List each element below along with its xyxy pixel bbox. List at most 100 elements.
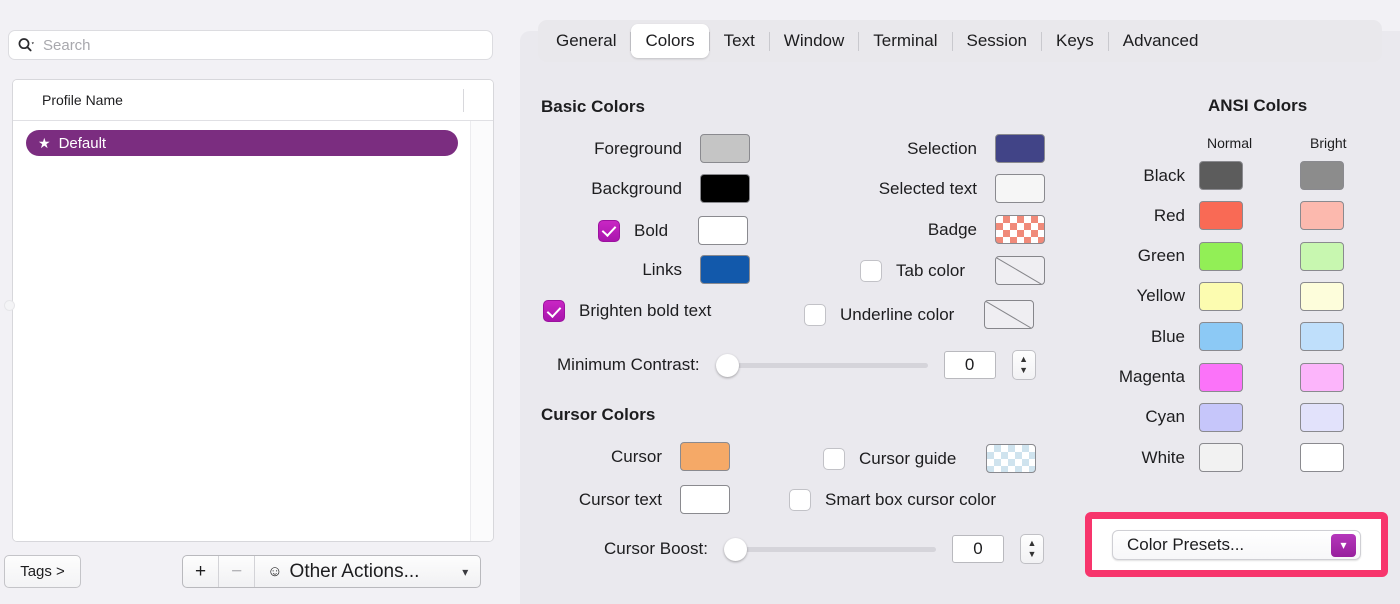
ansi-color-name: Blue — [1150, 326, 1185, 346]
smart-box-cursor-color-checkbox[interactable] — [789, 489, 811, 511]
cursor-guide-checkbox[interactable] — [823, 447, 845, 470]
cursor-boost-slider[interactable] — [723, 538, 936, 561]
tags-button[interactable]: Tags > — [4, 555, 81, 588]
list-item[interactable]: ★ Default — [26, 130, 458, 156]
cursor-text-color-swatch[interactable] — [680, 485, 730, 514]
stepper-down-icon[interactable]: ▼ — [1027, 549, 1036, 560]
ansi-normal-swatch[interactable] — [1199, 241, 1243, 271]
search-field[interactable] — [8, 30, 493, 60]
background-color-swatch[interactable] — [700, 174, 750, 203]
badge-color-swatch[interactable] — [995, 215, 1045, 244]
badge-row: Badge — [845, 215, 1045, 244]
brighten-bold-text-checkbox[interactable] — [543, 300, 565, 322]
ansi-normal-swatch[interactable] — [1199, 402, 1243, 432]
settings-tabbar: General Colors Text Window Terminal Sess… — [538, 20, 1382, 62]
underline-color-checkbox[interactable] — [804, 303, 826, 326]
bold-color-swatch[interactable] — [698, 216, 749, 245]
ansi-row: Magenta — [1107, 362, 1344, 392]
minimum-contrast-stepper[interactable]: ▲ ▼ — [1011, 350, 1036, 380]
minimum-contrast-row: Minimum Contrast: 0 ▲ ▼ — [557, 350, 1036, 380]
cursor-boost-value[interactable]: 0 — [951, 535, 1004, 563]
column-header-profile-name[interactable]: Profile Name — [13, 92, 123, 108]
profile-list-scrollbar[interactable] — [470, 121, 493, 541]
profile-list-header: Profile Name — [13, 80, 493, 121]
bold-row: Bold — [598, 216, 749, 245]
search-icon — [17, 36, 39, 54]
ansi-row: Cyan — [1107, 402, 1344, 432]
bold-label: Bold — [634, 220, 669, 240]
stepper-up-icon[interactable]: ▲ — [1019, 354, 1028, 365]
minimum-contrast-slider[interactable] — [715, 354, 928, 377]
ansi-bright-swatch[interactable] — [1300, 322, 1344, 352]
pane-splitter-handle[interactable] — [4, 300, 15, 311]
minimum-contrast-value[interactable]: 0 — [943, 351, 996, 379]
ansi-colors-title: ANSI Colors — [1208, 96, 1308, 115]
ansi-row: Black — [1107, 161, 1344, 190]
tab-session[interactable]: Session — [953, 24, 1041, 58]
profile-list-box: Profile Name ★ Default — [12, 79, 494, 542]
cursor-boost-stepper[interactable]: ▲ ▼ — [1019, 534, 1044, 564]
ansi-bright-swatch[interactable] — [1300, 362, 1344, 392]
profile-name-label: Default — [58, 134, 107, 152]
background-label: Background — [591, 178, 682, 198]
tab-window[interactable]: Window — [770, 24, 858, 58]
selected-text-color-swatch[interactable] — [995, 174, 1045, 203]
tab-text[interactable]: Text — [710, 24, 769, 58]
cursor-label: Cursor — [610, 446, 662, 466]
add-profile-button[interactable]: + — [183, 556, 218, 587]
chevron-down-icon: ▾ — [462, 564, 469, 579]
ansi-normal-swatch[interactable] — [1199, 281, 1243, 311]
cursor-text-row: Cursor text — [566, 485, 730, 514]
profile-actions-segmented-control: + − ☺ Other Actions... ▾ — [182, 555, 482, 588]
ansi-normal-swatch[interactable] — [1199, 443, 1243, 473]
ansi-bright-swatch[interactable] — [1300, 402, 1344, 432]
stepper-up-icon[interactable]: ▲ — [1027, 538, 1036, 549]
ansi-normal-swatch[interactable] — [1199, 322, 1243, 352]
other-actions-button[interactable]: ☺ Other Actions... ▾ — [254, 556, 480, 587]
color-presets-button[interactable]: Color Presets... ▾ — [1112, 530, 1361, 560]
cursor-color-swatch[interactable] — [680, 442, 730, 471]
tab-color-swatch[interactable] — [994, 256, 1045, 285]
links-color-swatch[interactable] — [700, 255, 750, 284]
ansi-normal-swatch[interactable] — [1199, 362, 1243, 392]
ansi-normal-swatch[interactable] — [1199, 161, 1243, 190]
chevron-down-icon[interactable]: ▾ — [1331, 533, 1356, 557]
color-presets-label: Color Presets... — [1127, 535, 1245, 554]
cursor-guide-color-swatch[interactable] — [986, 444, 1037, 473]
cursor-text-label: Cursor text — [578, 489, 662, 509]
tab-colors[interactable]: Colors — [631, 24, 709, 58]
slider-knob[interactable] — [723, 538, 747, 561]
tab-color-row: Tab color — [860, 256, 1045, 285]
tab-general[interactable]: General — [542, 24, 630, 58]
column-divider — [463, 89, 464, 112]
cursor-row: Cursor — [570, 442, 730, 471]
ansi-normal-swatch[interactable] — [1199, 201, 1243, 231]
tab-advanced[interactable]: Advanced — [1109, 24, 1213, 58]
foreground-color-swatch[interactable] — [700, 134, 750, 163]
ansi-color-name: Cyan — [1145, 407, 1185, 427]
tab-color-checkbox[interactable] — [860, 259, 882, 282]
remove-profile-button[interactable]: − — [218, 556, 254, 587]
ansi-row: Yellow — [1107, 281, 1344, 311]
ansi-bright-swatch[interactable] — [1300, 161, 1344, 190]
ansi-bright-swatch[interactable] — [1300, 241, 1344, 271]
profiles-bottom-toolbar: Tags > + − ☺ Other Actions... ▾ — [0, 552, 520, 604]
profile-list: ★ Default — [13, 121, 470, 541]
slider-knob[interactable] — [715, 354, 739, 377]
ansi-bright-column-header: Bright — [1310, 135, 1347, 151]
selection-color-swatch[interactable] — [995, 134, 1045, 163]
ansi-bright-swatch[interactable] — [1300, 281, 1344, 311]
tab-keys[interactable]: Keys — [1042, 24, 1108, 58]
stepper-down-icon[interactable]: ▼ — [1019, 365, 1028, 376]
ansi-color-name: White — [1141, 447, 1185, 467]
search-input[interactable] — [39, 35, 484, 55]
selected-text-label: Selected text — [878, 178, 977, 198]
ansi-bright-swatch[interactable] — [1300, 201, 1344, 231]
ansi-bright-swatch[interactable] — [1300, 443, 1344, 473]
underline-color-label: Underline color — [840, 304, 955, 324]
selection-label: Selection — [907, 138, 977, 158]
tab-terminal[interactable]: Terminal — [859, 24, 951, 58]
ansi-row: Green — [1107, 241, 1344, 271]
underline-color-swatch[interactable] — [984, 300, 1035, 329]
bold-checkbox[interactable] — [598, 219, 620, 242]
